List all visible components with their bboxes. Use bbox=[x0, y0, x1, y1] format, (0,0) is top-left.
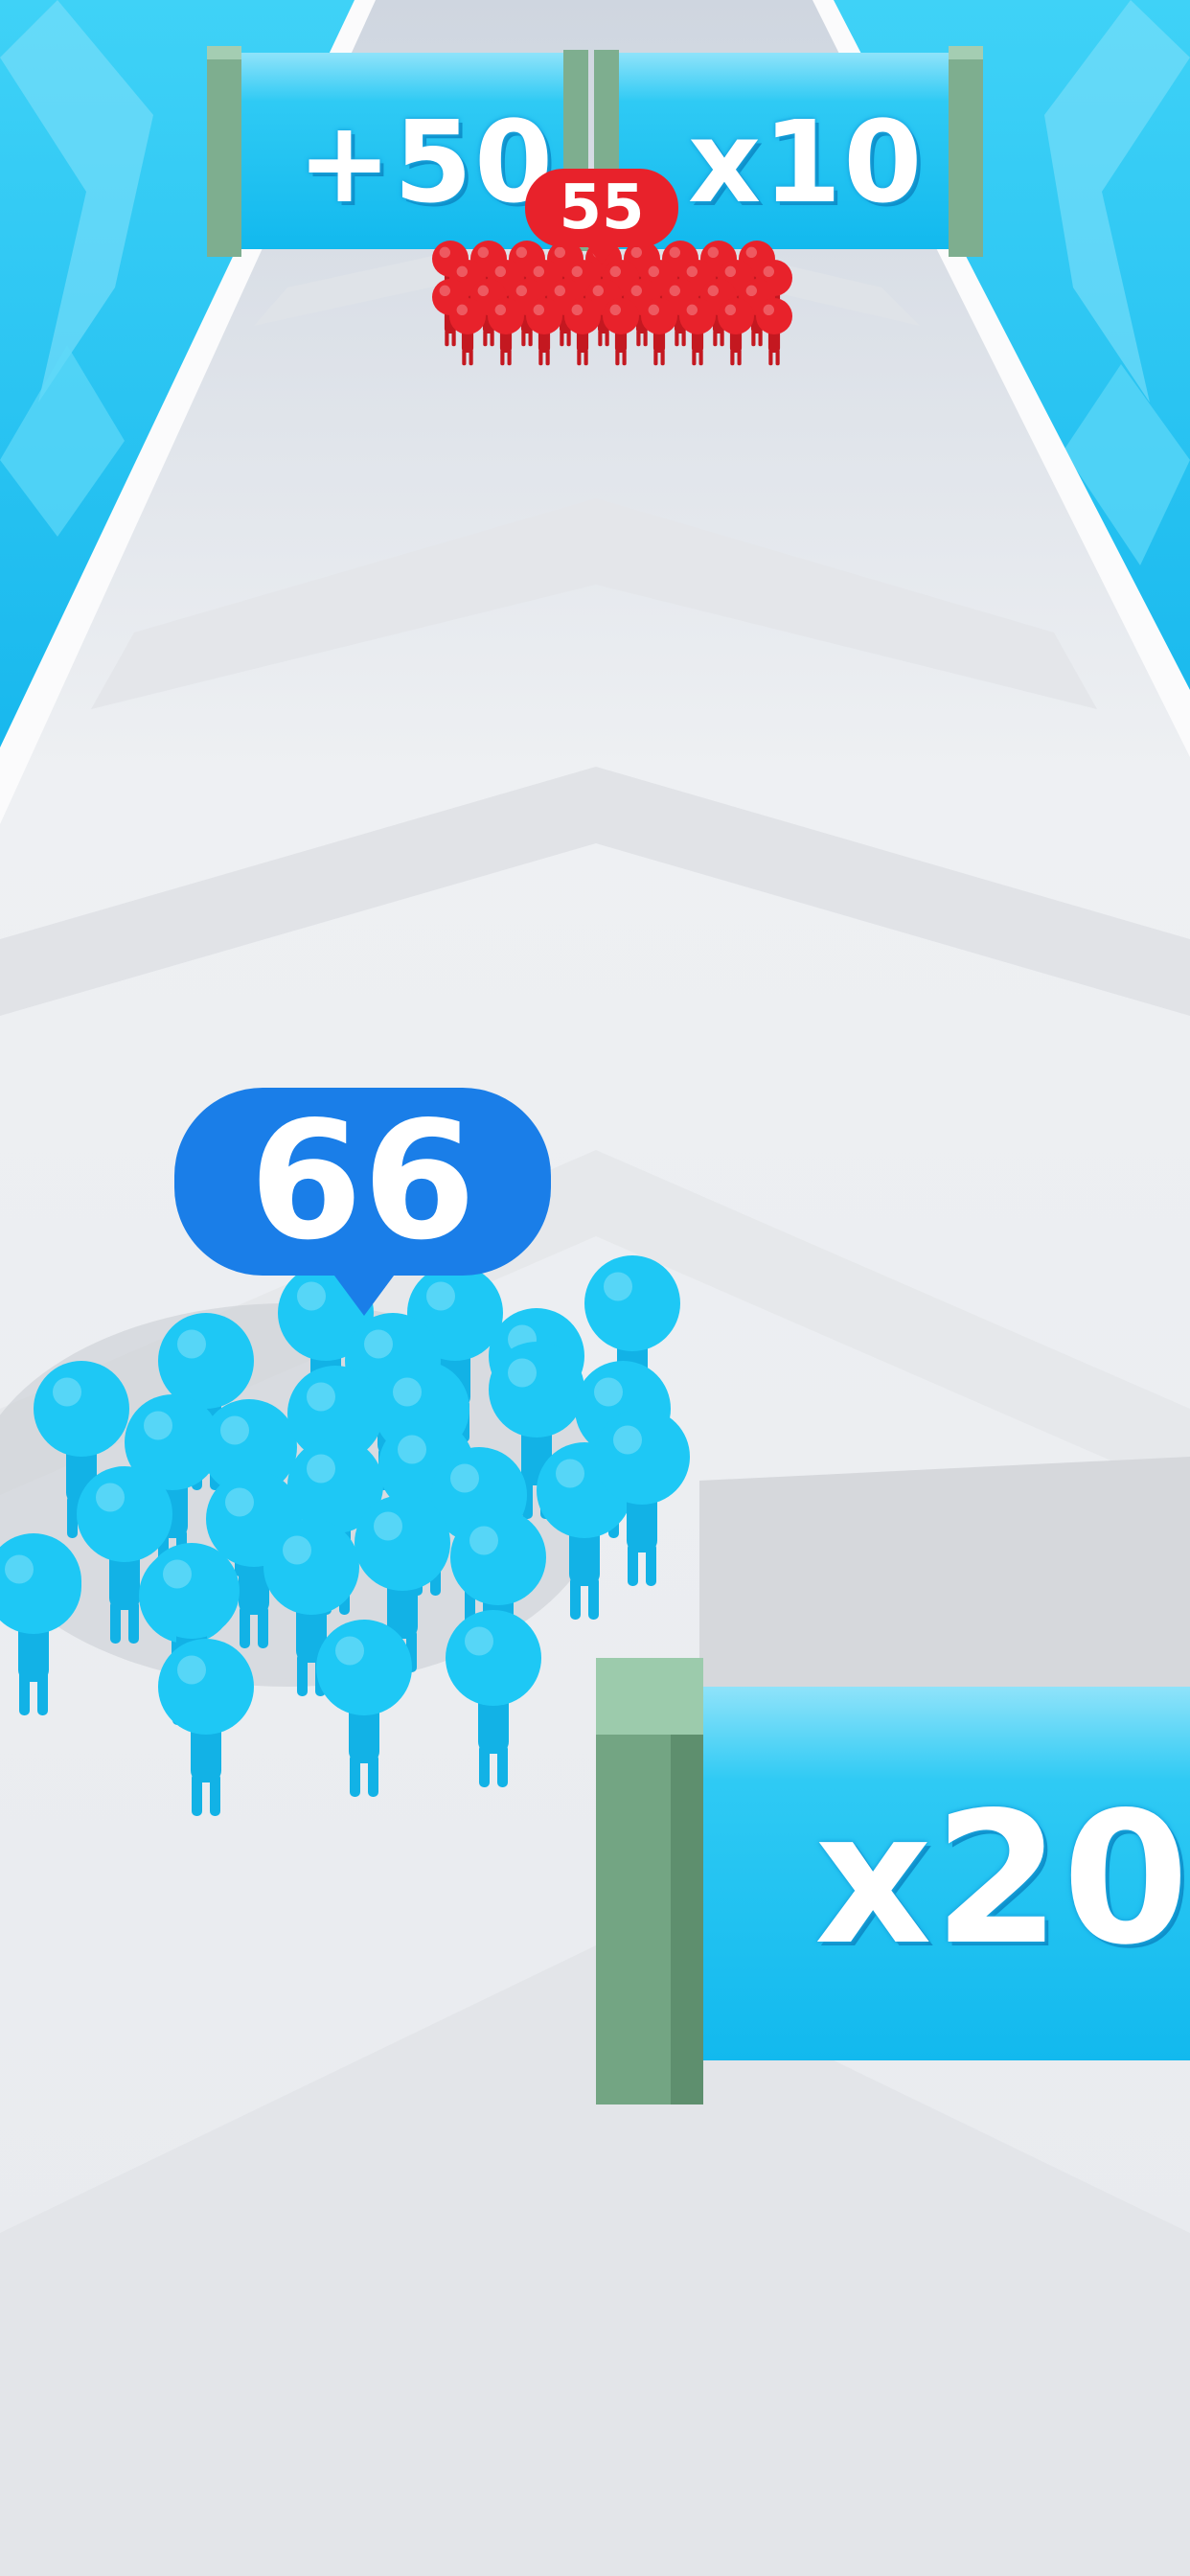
game-scene[interactable]: +50 x10 x20 55 66 bbox=[0, 0, 1190, 2576]
player-count-bubble: 66 bbox=[174, 1087, 551, 1316]
enemy-count-text: 55 bbox=[559, 172, 645, 243]
enemy-count-badge: 55 bbox=[525, 169, 678, 264]
gate-top-right-label: x10 bbox=[688, 96, 925, 228]
gate-top-right-post bbox=[949, 46, 983, 257]
gate-top-left-label: +50 bbox=[297, 96, 556, 228]
gate-top-left-post bbox=[207, 46, 241, 257]
gate-bottom-label: x20 bbox=[814, 1773, 1190, 1985]
scene-graphics bbox=[0, 0, 1190, 2576]
player-count-text: 66 bbox=[249, 1087, 476, 1276]
gate-shadow bbox=[699, 1457, 1190, 1696]
